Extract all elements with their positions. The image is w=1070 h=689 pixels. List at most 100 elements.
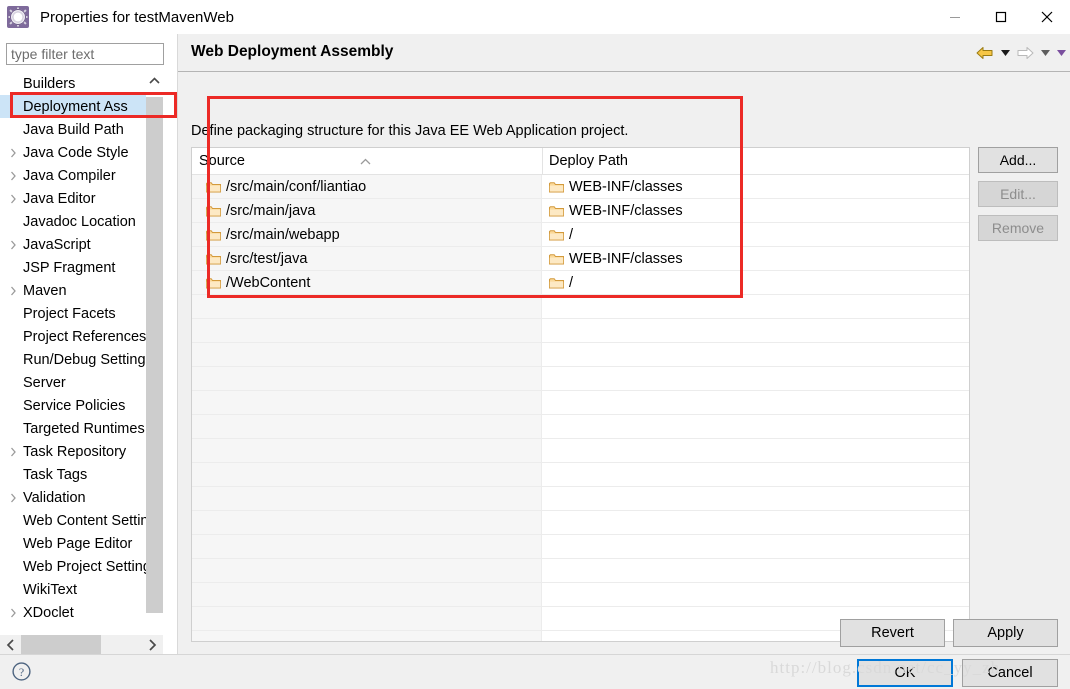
revert-button[interactable]: Revert — [840, 619, 945, 647]
scrollbar-thumb[interactable] — [146, 97, 163, 613]
table-row-empty[interactable] — [192, 535, 969, 559]
scroll-left-icon[interactable] — [0, 635, 21, 655]
table-cell-deploy-path — [542, 487, 969, 510]
expand-chevron-right-icon[interactable] — [4, 608, 22, 618]
deployment-assembly-table[interactable]: Source Deploy Path /src/main/conf/lianti… — [191, 147, 970, 642]
table-row-empty[interactable] — [192, 487, 969, 511]
column-header-source-label: Source — [199, 153, 245, 169]
dialog-buttons: OK Cancel — [857, 659, 1058, 687]
sidebar-item-service-policies[interactable]: Service Policies — [0, 394, 160, 417]
table-row[interactable]: /src/test/java WEB-INF/classes — [192, 247, 969, 271]
expand-chevron-right-icon[interactable] — [4, 194, 22, 204]
sidebar-item-java-code-style[interactable]: Java Code Style — [0, 141, 160, 164]
apply-button[interactable]: Apply — [953, 619, 1058, 647]
table-row-empty[interactable] — [192, 367, 969, 391]
column-header-source[interactable]: Source — [192, 148, 542, 174]
table-row[interactable]: /src/main/webapp / — [192, 223, 969, 247]
table-cell-deploy-path: / — [542, 223, 969, 246]
table-row-empty[interactable] — [192, 295, 969, 319]
sidebar-item-project-references[interactable]: Project References — [0, 325, 160, 348]
help-question-icon[interactable]: ? — [12, 662, 31, 681]
maximize-icon[interactable] — [978, 0, 1024, 34]
expand-chevron-right-icon[interactable] — [4, 493, 22, 503]
expand-chevron-right-icon[interactable] — [4, 171, 22, 181]
expand-chevron-right-icon[interactable] — [4, 148, 22, 158]
table-row-empty[interactable] — [192, 415, 969, 439]
panel-navigation — [974, 42, 1068, 64]
h-scrollbar-thumb[interactable] — [21, 635, 101, 655]
sidebar-item-label: Validation — [23, 489, 86, 506]
table-row-empty[interactable] — [192, 463, 969, 487]
sidebar-item-label: JavaScript — [23, 236, 91, 253]
sidebar-item-builders[interactable]: Builders — [0, 72, 160, 95]
table-row[interactable]: /src/main/conf/liantiao WEB-INF/classes — [192, 175, 969, 199]
table-row-empty[interactable] — [192, 439, 969, 463]
sidebar-item-maven[interactable]: Maven — [0, 279, 160, 302]
folder-icon — [549, 181, 564, 193]
sidebar-vertical-scrollbar[interactable] — [146, 72, 163, 658]
sidebar-item-wikitext[interactable]: WikiText — [0, 578, 160, 601]
sidebar-item-javadoc-location[interactable]: Javadoc Location — [0, 210, 160, 233]
close-icon[interactable] — [1024, 0, 1070, 34]
scrollbar-track[interactable] — [146, 89, 163, 641]
table-cell-source-label: /src/test/java — [226, 250, 308, 267]
sidebar-item-label: Maven — [23, 282, 67, 299]
sidebar-item-web-content-settings[interactable]: Web Content Settings — [0, 509, 160, 532]
table-row[interactable]: /WebContent / — [192, 271, 969, 295]
sidebar-item-jsp-fragment[interactable]: JSP Fragment — [0, 256, 160, 279]
table-header-row: Source Deploy Path — [192, 148, 969, 175]
sidebar-item-java-build-path[interactable]: Java Build Path — [0, 118, 160, 141]
remove-button: Remove — [978, 215, 1058, 241]
sidebar-item-java-compiler[interactable]: Java Compiler — [0, 164, 160, 187]
back-arrow-icon[interactable] — [974, 42, 996, 64]
h-scrollbar-track[interactable] — [21, 635, 142, 655]
ok-button[interactable]: OK — [857, 659, 953, 687]
panel-menu-chevron-icon[interactable] — [1054, 42, 1068, 64]
back-history-chevron-down-icon[interactable] — [998, 42, 1012, 64]
table-row-empty[interactable] — [192, 391, 969, 415]
sidebar-item-label: Javadoc Location — [23, 213, 136, 230]
sidebar-item-deployment-ass[interactable]: Deployment Ass — [0, 95, 160, 118]
sidebar-item-run-debug-settings[interactable]: Run/Debug Settings — [0, 348, 160, 371]
cancel-button[interactable]: Cancel — [962, 659, 1058, 687]
table-cell-source: /src/main/java — [192, 199, 542, 222]
expand-chevron-right-icon[interactable] — [4, 240, 22, 250]
table-row-empty[interactable] — [192, 343, 969, 367]
minimize-icon[interactable] — [932, 0, 978, 34]
table-row-empty[interactable] — [192, 511, 969, 535]
sidebar-item-targeted-runtimes[interactable]: Targeted Runtimes — [0, 417, 160, 440]
folder-icon — [206, 253, 221, 265]
column-header-deploy-path[interactable]: Deploy Path — [542, 148, 969, 174]
table-row[interactable]: /src/main/java WEB-INF/classes — [192, 199, 969, 223]
forward-history-chevron-down-icon[interactable] — [1038, 42, 1052, 64]
sidebar-item-server[interactable]: Server — [0, 371, 160, 394]
add-button[interactable]: Add... — [978, 147, 1058, 173]
table-cell-deploy-path-label: / — [569, 226, 574, 243]
table-cell-deploy-path — [542, 343, 969, 366]
sidebar-item-java-editor[interactable]: Java Editor — [0, 187, 160, 210]
table-row-empty[interactable] — [192, 583, 969, 607]
panel-bottom-buttons: Revert Apply — [840, 619, 1058, 647]
table-row-empty[interactable] — [192, 559, 969, 583]
sidebar-item-task-tags[interactable]: Task Tags — [0, 463, 160, 486]
sidebar-item-javascript[interactable]: JavaScript — [0, 233, 160, 256]
sidebar-item-web-project-settings[interactable]: Web Project Settings — [0, 555, 160, 578]
scroll-right-icon[interactable] — [142, 635, 163, 655]
sidebar-item-validation[interactable]: Validation — [0, 486, 160, 509]
table-cell-source — [192, 319, 542, 342]
sidebar-item-xdoclet[interactable]: XDoclet — [0, 601, 160, 624]
table-cell-deploy-path: WEB-INF/classes — [542, 247, 969, 270]
expand-chevron-right-icon[interactable] — [4, 286, 22, 296]
table-row-empty[interactable] — [192, 319, 969, 343]
scroll-up-icon[interactable] — [146, 72, 163, 89]
settings-tree[interactable]: Builders Deployment Ass Java Build Path Jav… — [0, 72, 160, 658]
sidebar-horizontal-scrollbar[interactable] — [0, 635, 163, 655]
sidebar-item-project-facets[interactable]: Project Facets — [0, 302, 160, 325]
sidebar-item-web-page-editor[interactable]: Web Page Editor — [0, 532, 160, 555]
expand-chevron-right-icon[interactable] — [4, 447, 22, 457]
filter-input[interactable] — [6, 43, 164, 65]
column-separator[interactable] — [542, 148, 543, 174]
table-cell-source: /src/main/webapp — [192, 223, 542, 246]
table-cell-source-label: /src/main/java — [226, 202, 316, 219]
sidebar-item-task-repository[interactable]: Task Repository — [0, 440, 160, 463]
